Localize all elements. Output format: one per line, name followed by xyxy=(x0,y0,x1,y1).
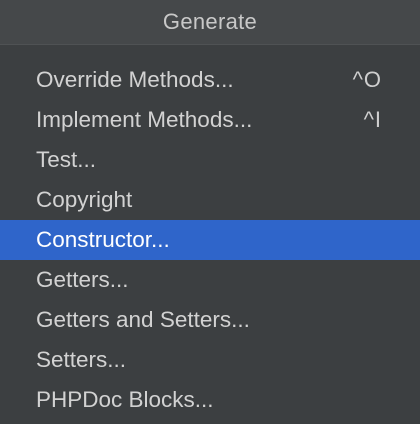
generate-popup: Generate Override Methods... ^O Implemen… xyxy=(0,0,420,424)
generate-menu: Override Methods... ^O Implement Methods… xyxy=(0,45,420,420)
menu-item-shortcut: ^O xyxy=(352,67,382,92)
menu-item-getters-and-setters[interactable]: Getters and Setters... xyxy=(0,300,420,340)
menu-item-label: Getters... xyxy=(36,267,129,292)
menu-item-label: PHPDoc Blocks... xyxy=(36,387,214,412)
menu-item-copyright[interactable]: Copyright xyxy=(0,180,420,220)
popup-title: Generate xyxy=(162,9,258,34)
menu-item-getters[interactable]: Getters... xyxy=(0,260,420,300)
menu-item-label: Setters... xyxy=(36,347,127,372)
menu-item-setters[interactable]: Setters... xyxy=(0,340,420,380)
menu-item-implement-methods[interactable]: Implement Methods... ^I xyxy=(0,100,420,140)
menu-item-phpdoc-blocks[interactable]: PHPDoc Blocks... xyxy=(0,380,420,420)
menu-item-label: Constructor... xyxy=(36,227,170,252)
menu-item-label: Implement Methods... xyxy=(36,107,253,132)
menu-item-label: Test... xyxy=(36,147,97,172)
popup-header: Generate xyxy=(0,0,420,44)
menu-item-label: Getters and Setters... xyxy=(36,307,250,332)
menu-item-label: Override Methods... xyxy=(36,67,234,92)
menu-item-override-methods[interactable]: Override Methods... ^O xyxy=(0,60,420,100)
menu-item-label: Copyright xyxy=(36,187,133,212)
menu-item-test[interactable]: Test... xyxy=(0,140,420,180)
menu-item-shortcut: ^I xyxy=(363,107,382,132)
menu-item-constructor[interactable]: Constructor... xyxy=(0,220,420,260)
